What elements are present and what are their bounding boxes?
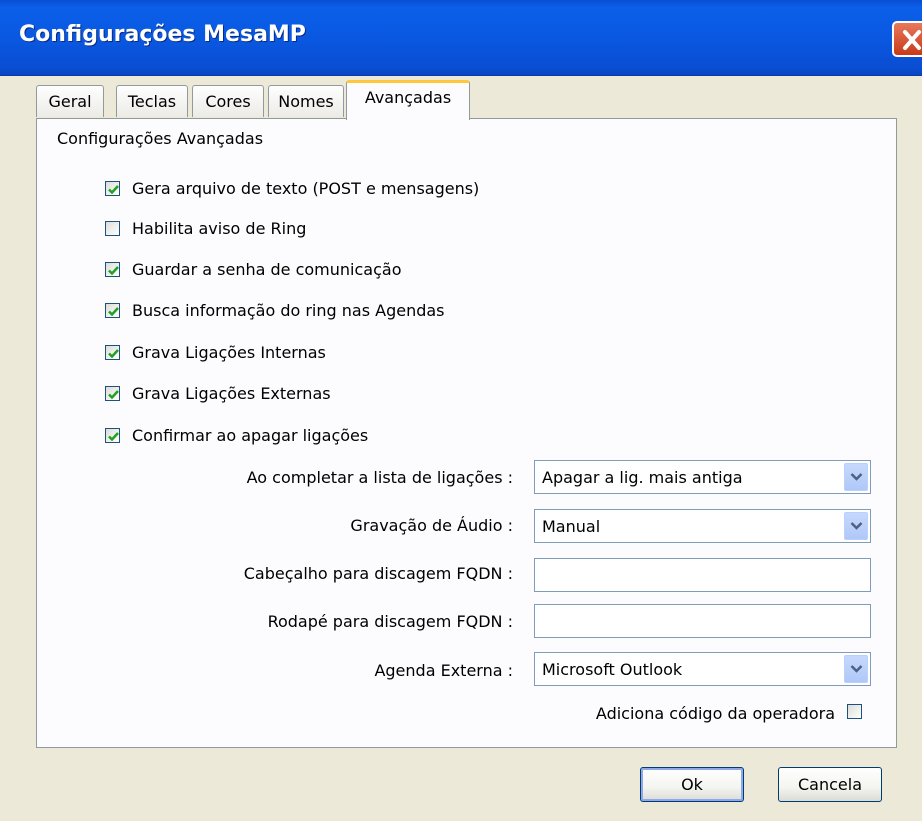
checkbox[interactable] <box>105 385 120 401</box>
checkbox-row[interactable]: Guardar a senha de comunicação <box>105 258 401 280</box>
tab-panel-avancadas: Configurações Avançadas Gera arquivo de … <box>36 118 897 748</box>
tab-label: Teclas <box>127 92 177 111</box>
checkbox-label: Guardar a senha de comunicação <box>132 259 402 279</box>
checkbox-row[interactable]: Busca informação do ring nas Agendas <box>105 299 445 321</box>
close-icon <box>903 30 921 50</box>
checkbox-label: Grava Ligações Externas <box>132 383 331 403</box>
checkmark-icon <box>108 431 119 441</box>
tab-label: Cores <box>205 92 251 111</box>
checkbox-row[interactable]: Grava Ligações Externas <box>105 382 331 404</box>
audio-label: Gravação de Áudio : <box>350 516 513 535</box>
agenda-select[interactable]: Microsoft Outlook <box>534 652 871 686</box>
title-bar: Configurações MesaMP <box>0 0 922 76</box>
checkbox-row[interactable]: Habilita aviso de Ring <box>105 217 306 239</box>
checkmark-icon <box>108 348 119 358</box>
close-button[interactable] <box>892 21 922 57</box>
tab-teclas[interactable]: Teclas <box>116 85 188 117</box>
lista-select[interactable]: Apagar a lig. mais antiga <box>534 460 871 494</box>
audio-select-value: Manual <box>542 517 601 536</box>
chevron-down-icon <box>850 473 863 481</box>
checkbox[interactable] <box>105 302 120 318</box>
tab-cores[interactable]: Cores <box>192 85 264 117</box>
cancel-button[interactable]: Cancela <box>778 767 882 802</box>
agenda-select-value: Microsoft Outlook <box>542 660 683 679</box>
lista-select-value: Apagar a lig. mais antiga <box>542 468 743 487</box>
checkbox-label: Busca informação do ring nas Agendas <box>132 300 445 320</box>
chevron-down-icon <box>850 665 863 673</box>
ok-button[interactable]: Ok <box>640 767 744 802</box>
checkbox[interactable] <box>105 427 120 443</box>
section-title: Configurações Avançadas <box>57 129 264 148</box>
checkbox[interactable] <box>105 180 120 196</box>
checkmark-icon <box>108 184 119 194</box>
tab-label: Avançadas <box>364 88 452 107</box>
rodape-input[interactable] <box>534 604 871 638</box>
checkmark-icon <box>108 389 119 399</box>
dropdown-button[interactable] <box>844 463 868 491</box>
checkbox-row[interactable]: Gera arquivo de texto (POST e mensagens) <box>105 177 479 199</box>
cabecalho-input[interactable] <box>534 558 871 592</box>
checkbox-label: Confirmar ao apagar ligações <box>132 425 369 445</box>
cabecalho-label: Cabeçalho para discagem FQDN : <box>243 564 513 583</box>
checkbox[interactable] <box>105 261 120 277</box>
tab-label: Nomes <box>278 92 334 111</box>
rodape-label: Rodapé para discagem FQDN : <box>267 612 513 631</box>
checkbox-label: Grava Ligações Internas <box>132 342 326 362</box>
operadora-label: Adiciona código da operadora <box>595 704 835 723</box>
checkbox[interactable] <box>105 220 120 236</box>
checkbox-label: Habilita aviso de Ring <box>132 218 307 238</box>
operadora-checkbox[interactable] <box>847 704 862 719</box>
tab-avancadas[interactable]: Avançadas <box>346 80 470 120</box>
window-title: Configurações MesaMP <box>19 22 306 47</box>
agenda-label: Agenda Externa : <box>374 661 513 680</box>
checkbox-row[interactable]: Confirmar ao apagar ligações <box>105 424 368 446</box>
checkmark-icon <box>108 265 119 275</box>
checkbox[interactable] <box>105 344 120 360</box>
tab-label: Geral <box>48 92 92 111</box>
lista-label: Ao completar a lista de ligações : <box>246 468 513 487</box>
audio-select[interactable]: Manual <box>534 509 871 543</box>
tab-nomes[interactable]: Nomes <box>268 85 344 117</box>
dropdown-button[interactable] <box>844 512 868 540</box>
checkbox-row[interactable]: Grava Ligações Internas <box>105 341 326 363</box>
chevron-down-icon <box>850 522 863 530</box>
dropdown-button[interactable] <box>844 655 868 683</box>
tab-geral[interactable]: Geral <box>36 85 104 117</box>
checkmark-icon <box>108 306 119 316</box>
checkbox-label: Gera arquivo de texto (POST e mensagens) <box>132 178 480 198</box>
